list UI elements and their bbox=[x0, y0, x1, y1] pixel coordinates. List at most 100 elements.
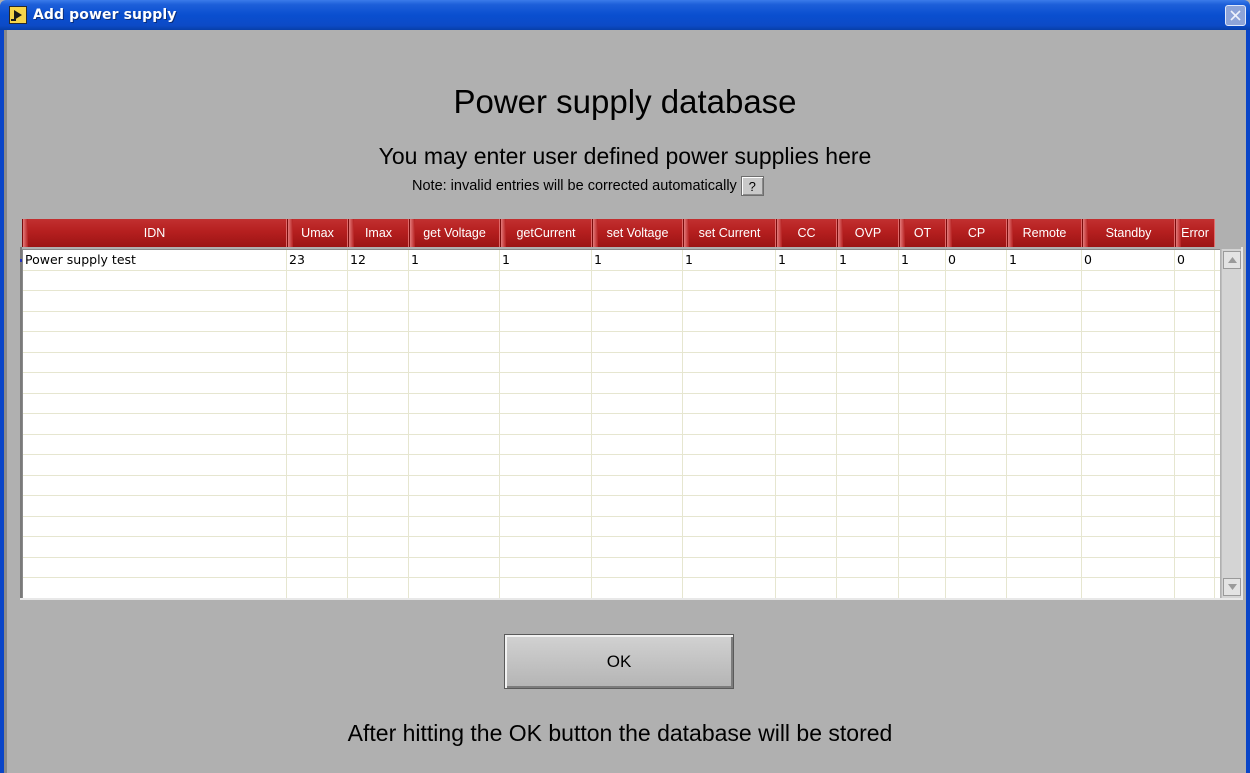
table-cell[interactable] bbox=[1175, 270, 1215, 290]
table-cell[interactable] bbox=[946, 475, 1007, 495]
scroll-up-button[interactable] bbox=[1223, 251, 1241, 269]
table-cell[interactable] bbox=[1175, 455, 1215, 475]
table-cell[interactable]: 1 bbox=[409, 250, 500, 270]
table-cell[interactable] bbox=[776, 393, 837, 413]
table-cell[interactable] bbox=[1175, 311, 1215, 331]
table-cell[interactable] bbox=[1007, 475, 1082, 495]
table-cell[interactable] bbox=[946, 311, 1007, 331]
table-cell[interactable] bbox=[500, 516, 592, 536]
column-header[interactable]: set Voltage bbox=[592, 219, 683, 247]
table-cell[interactable] bbox=[683, 557, 776, 577]
table-cell[interactable] bbox=[1175, 434, 1215, 454]
column-header[interactable]: CC bbox=[776, 219, 837, 247]
table-cell[interactable] bbox=[946, 414, 1007, 434]
table-cell[interactable] bbox=[500, 434, 592, 454]
table-cell[interactable] bbox=[776, 270, 837, 290]
table-cell[interactable] bbox=[287, 516, 348, 536]
table-cell[interactable] bbox=[683, 373, 776, 393]
table-cell[interactable] bbox=[776, 332, 837, 352]
table-cell[interactable]: 1 bbox=[776, 250, 837, 270]
table-cell[interactable] bbox=[409, 352, 500, 372]
table-cell[interactable] bbox=[1007, 414, 1082, 434]
table-cell[interactable] bbox=[899, 352, 946, 372]
table-cell[interactable] bbox=[1082, 311, 1175, 331]
table-cell[interactable] bbox=[23, 475, 287, 495]
table-cell[interactable] bbox=[899, 434, 946, 454]
column-header[interactable]: Standby bbox=[1082, 219, 1175, 247]
table-cell[interactable] bbox=[1082, 352, 1175, 372]
table-cell[interactable] bbox=[409, 434, 500, 454]
table-cell[interactable] bbox=[348, 332, 409, 352]
table-cell[interactable] bbox=[287, 332, 348, 352]
table-cell[interactable] bbox=[1082, 332, 1175, 352]
table-cell[interactable] bbox=[776, 291, 837, 311]
table-cell[interactable] bbox=[409, 414, 500, 434]
table-cell[interactable] bbox=[1082, 414, 1175, 434]
table-cell[interactable] bbox=[1175, 414, 1215, 434]
table-cell[interactable] bbox=[409, 373, 500, 393]
table-cell[interactable] bbox=[1007, 455, 1082, 475]
ok-button[interactable]: OK bbox=[504, 634, 734, 689]
table-cell[interactable] bbox=[837, 496, 899, 516]
table-cell[interactable] bbox=[592, 537, 683, 557]
table-cell[interactable] bbox=[776, 373, 837, 393]
column-header[interactable]: Umax bbox=[287, 219, 348, 247]
table-cell[interactable] bbox=[348, 496, 409, 516]
table-cell[interactable] bbox=[1007, 291, 1082, 311]
table-cell[interactable] bbox=[1007, 537, 1082, 557]
column-header[interactable]: set Current bbox=[683, 219, 776, 247]
table-cell[interactable] bbox=[23, 332, 287, 352]
table-row[interactable] bbox=[23, 434, 1220, 455]
table-cell[interactable]: 1 bbox=[500, 250, 592, 270]
table-cell[interactable] bbox=[837, 516, 899, 536]
table-cell[interactable] bbox=[683, 475, 776, 495]
table-cell[interactable] bbox=[1082, 496, 1175, 516]
table-cell[interactable] bbox=[837, 270, 899, 290]
table-cell[interactable] bbox=[409, 578, 500, 598]
table-cell[interactable] bbox=[946, 332, 1007, 352]
table-cell[interactable] bbox=[1175, 352, 1215, 372]
table-cell[interactable] bbox=[683, 311, 776, 331]
table-cell[interactable] bbox=[287, 475, 348, 495]
table-cell[interactable] bbox=[500, 291, 592, 311]
table-cell[interactable] bbox=[1082, 373, 1175, 393]
table-cell[interactable]: 1 bbox=[1007, 250, 1082, 270]
table-cell[interactable] bbox=[837, 475, 899, 495]
table-cell[interactable]: 1 bbox=[683, 250, 776, 270]
vertical-scrollbar[interactable] bbox=[1221, 249, 1242, 598]
table-cell[interactable] bbox=[837, 352, 899, 372]
scroll-down-button[interactable] bbox=[1223, 578, 1241, 596]
table-cell[interactable] bbox=[899, 455, 946, 475]
table-cell[interactable] bbox=[592, 393, 683, 413]
table-cell[interactable] bbox=[348, 475, 409, 495]
table-cell[interactable] bbox=[23, 291, 287, 311]
table-cell[interactable] bbox=[409, 332, 500, 352]
table-cell[interactable] bbox=[946, 352, 1007, 372]
table-cell[interactable] bbox=[1175, 578, 1215, 598]
table-cell[interactable] bbox=[899, 516, 946, 536]
column-header[interactable]: CP bbox=[946, 219, 1007, 247]
table-cell[interactable] bbox=[899, 291, 946, 311]
table-cell[interactable] bbox=[683, 537, 776, 557]
table-cell[interactable] bbox=[500, 578, 592, 598]
table-cell[interactable] bbox=[287, 414, 348, 434]
table-cell[interactable] bbox=[592, 578, 683, 598]
table-row[interactable] bbox=[23, 311, 1220, 332]
column-header[interactable]: Remote bbox=[1007, 219, 1082, 247]
table-cell[interactable] bbox=[776, 475, 837, 495]
table-cell[interactable] bbox=[23, 496, 287, 516]
table-row[interactable] bbox=[23, 291, 1220, 312]
table-cell[interactable] bbox=[683, 352, 776, 372]
column-header[interactable]: OVP bbox=[837, 219, 899, 247]
table-cell[interactable] bbox=[837, 455, 899, 475]
table-cell[interactable] bbox=[592, 455, 683, 475]
table-cell[interactable] bbox=[348, 578, 409, 598]
column-header[interactable]: Error bbox=[1175, 219, 1215, 247]
table-cell[interactable]: 0 bbox=[1082, 250, 1175, 270]
table-cell[interactable] bbox=[899, 373, 946, 393]
table-cell[interactable] bbox=[837, 311, 899, 331]
table-cell[interactable] bbox=[500, 373, 592, 393]
table-cell[interactable] bbox=[348, 455, 409, 475]
table-cell[interactable] bbox=[837, 393, 899, 413]
column-header[interactable]: getCurrent bbox=[500, 219, 592, 247]
